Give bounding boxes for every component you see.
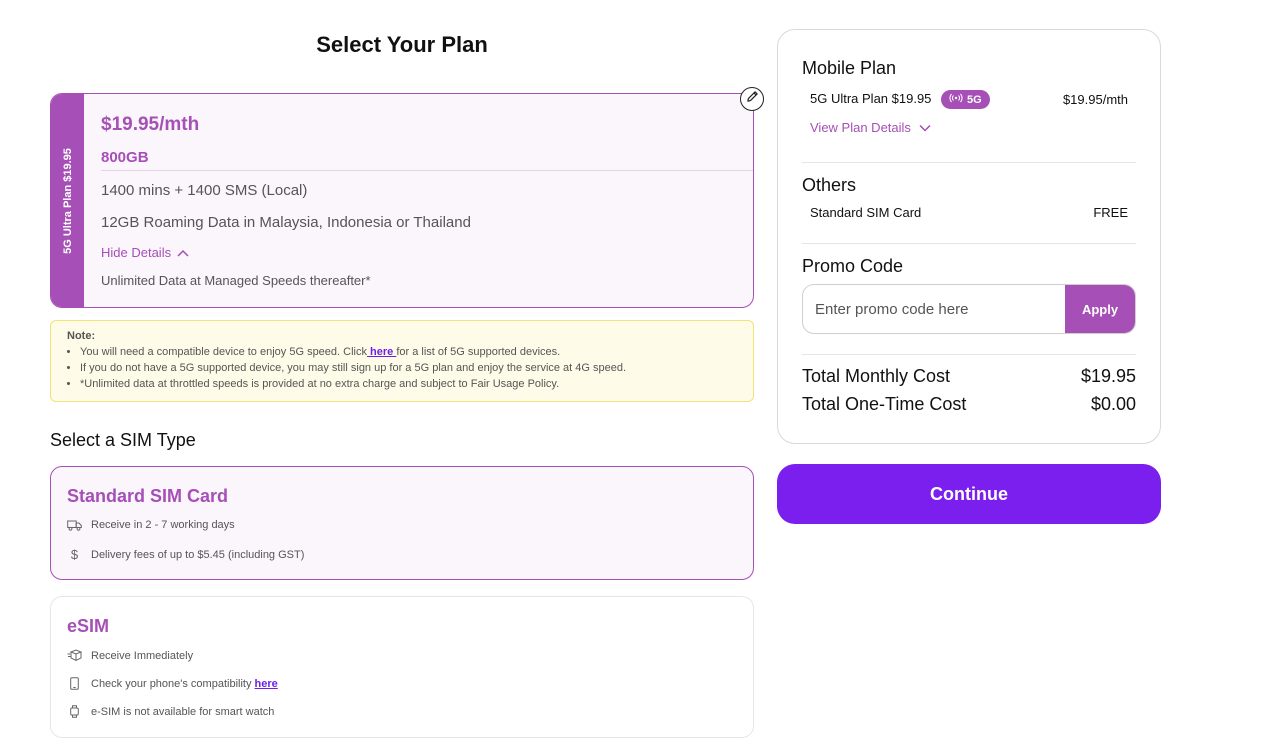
- note-item-text: for a list of 5G supported devices.: [396, 346, 561, 358]
- note-item: *Unlimited data at throttled speeds is p…: [80, 376, 737, 392]
- sim-feature-row: Receive Immediately: [67, 649, 193, 662]
- note-item: You will need a compatible device to enj…: [80, 344, 737, 360]
- chevron-down-icon: [919, 120, 931, 135]
- view-plan-details-label: View Plan Details: [810, 120, 911, 135]
- hide-details-label: Hide Details: [101, 245, 172, 260]
- summary-plan-name: 5G Ultra Plan $19.95: [810, 91, 932, 106]
- note-list: You will need a compatible device to enj…: [67, 344, 737, 392]
- summary-divider: [802, 243, 1136, 244]
- summary-divider: [802, 354, 1136, 355]
- total-onetime-row: Total One-Time Cost $0.00: [802, 394, 1136, 415]
- total-onetime-label: Total One-Time Cost: [802, 394, 967, 414]
- sim-option-standard[interactable]: Standard SIM Card Receive in 2 - 7 worki…: [50, 466, 754, 580]
- summary-plan-row: 5G Ultra Plan $19.95 5G $19.95/mth: [810, 90, 1128, 109]
- plan-card[interactable]: 5G Ultra Plan $19.95 $19.95/mth 800GB 14…: [50, 93, 754, 308]
- package-icon: [67, 649, 82, 662]
- note-5g-devices-link[interactable]: here: [367, 346, 396, 358]
- others-row: Standard SIM Card FREE: [810, 205, 1128, 220]
- page-title: Select Your Plan: [316, 32, 488, 57]
- hide-details-link[interactable]: Hide Details: [101, 245, 189, 260]
- summary-plan-price: $19.95/mth: [1062, 92, 1128, 107]
- mobile-plan-heading: Mobile Plan: [802, 58, 897, 78]
- sim-feature-row: $ Delivery fees of up to $5.45 (includin…: [67, 547, 305, 562]
- total-monthly-label: Total Monthly Cost: [802, 366, 951, 386]
- note-item-text: You will need a compatible device to enj…: [80, 346, 367, 358]
- others-item: Standard SIM Card: [810, 205, 922, 220]
- 5g-badge: 5G: [941, 90, 990, 109]
- sim-name: Standard SIM Card: [67, 486, 229, 506]
- others-heading: Others: [802, 175, 857, 195]
- order-summary: Mobile Plan 5G Ultra Plan $19.95 5G $19.…: [777, 29, 1161, 444]
- plan-side-text: 5G Ultra Plan $19.95: [61, 147, 74, 254]
- sim-feature-text: Receive in 2 - 7 working days: [91, 519, 235, 531]
- promo-heading: Promo Code: [802, 256, 904, 276]
- sim-section-title: Select a SIM Type: [50, 430, 196, 450]
- sim-feature-row: e-SIM is not available for smart watch: [67, 705, 274, 718]
- sim-feature-row: Receive in 2 - 7 working days: [67, 519, 235, 531]
- dollar-icon: $: [70, 547, 79, 562]
- sim-option-esim[interactable]: eSIM Receive Immediately Check your phon…: [50, 596, 754, 738]
- sim-name: eSIM: [67, 616, 110, 636]
- apply-promo-button[interactable]: Apply: [1065, 285, 1135, 333]
- sim-feature-text: e-SIM is not available for smart watch: [91, 705, 275, 718]
- total-onetime-value: $0.00: [1090, 394, 1136, 414]
- plan-price: $19.95/mth: [101, 114, 200, 135]
- truck-icon: [67, 520, 82, 531]
- sim-feature-row: Check your phone's compatibility here: [67, 677, 278, 690]
- plan-roaming: 12GB Roaming Data in Malaysia, Indonesia…: [101, 214, 471, 231]
- others-price: FREE: [1093, 205, 1128, 220]
- note-item: If you do not have a 5G supported device…: [80, 360, 737, 376]
- sim-feature-text: Check your phone's compatibility here: [91, 678, 278, 690]
- summary-plan-name-group: 5G Ultra Plan $19.95 5G: [810, 90, 990, 109]
- view-plan-details-link[interactable]: View Plan Details: [810, 120, 931, 135]
- smartwatch-icon: [67, 705, 82, 718]
- chevron-up-icon: [177, 245, 189, 260]
- promo-field-group: Apply: [802, 284, 1136, 334]
- total-monthly-row: Total Monthly Cost $19.95: [802, 366, 1136, 387]
- sim-feature-text: Receive Immediately: [91, 649, 194, 662]
- sim-feature-text: Delivery fees of up to $5.45 (including …: [91, 548, 305, 561]
- plan-side-label: 5G Ultra Plan $19.95: [51, 94, 84, 307]
- note-title: Note:: [67, 330, 96, 342]
- compatibility-text: Check your phone's compatibility: [91, 677, 252, 690]
- compatibility-link[interactable]: here: [255, 678, 278, 690]
- pencil-icon: [746, 90, 759, 108]
- phone-icon: [67, 677, 82, 690]
- plan-data: 800GB: [101, 149, 149, 166]
- note-box: Note: You will need a compatible device …: [50, 320, 754, 402]
- plan-divider: [101, 170, 753, 171]
- promo-code-input[interactable]: [803, 285, 1065, 333]
- summary-divider: [802, 162, 1136, 163]
- signal-icon: [949, 93, 963, 106]
- plan-unlimited: Unlimited Data at Managed Speeds thereaf…: [101, 273, 371, 288]
- plan-minutes-sms: 1400 mins + 1400 SMS (Local): [101, 182, 308, 199]
- continue-button[interactable]: Continue: [777, 464, 1161, 524]
- edit-plan-button[interactable]: [740, 87, 764, 111]
- 5g-badge-label: 5G: [967, 93, 982, 106]
- total-monthly-value: $19.95: [1080, 366, 1136, 386]
